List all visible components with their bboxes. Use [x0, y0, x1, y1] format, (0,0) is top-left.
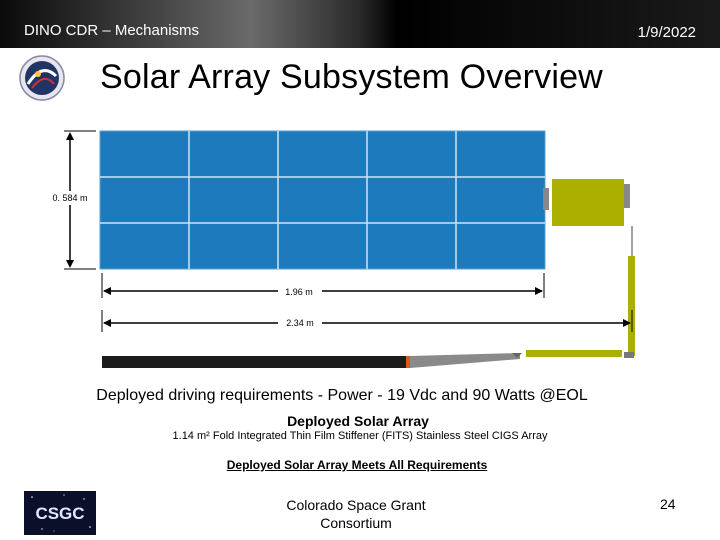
panel-width-label: 1.96 m — [285, 287, 313, 297]
csgc-logo: CSGC — [24, 491, 96, 535]
height-label: 0. 584 m — [52, 193, 87, 203]
driving-requirements: Deployed driving requirements - Power - … — [96, 387, 588, 404]
page-number: 24 — [660, 496, 676, 512]
footer-org-line1: Colorado Space Grant — [286, 497, 426, 513]
total-width-dimension: 2.34 m — [101, 310, 633, 332]
requirements-met-statement: Deployed Solar Array Meets All Requireme… — [226, 458, 488, 472]
side-view-bar — [102, 350, 634, 368]
header-date: 1/9/2022 — [637, 24, 696, 41]
csgc-logo-text: CSGC — [35, 504, 84, 523]
header-bar: DINO CDR – Mechanisms 1/9/2022 — [0, 0, 720, 48]
stiffener-panel — [552, 179, 624, 226]
page-title: Solar Array Subsystem Overview — [100, 58, 603, 96]
footer-organization: Colorado Space Grant Consortium — [256, 496, 456, 532]
header-title: DINO CDR – Mechanisms — [24, 22, 200, 39]
array-description: 1.14 m² Fold Integrated Thin Film Stiffe… — [172, 430, 548, 442]
dino-mission-logo — [19, 55, 65, 101]
panel-width-dimension: 1.96 m — [101, 273, 545, 298]
total-width-label: 2.34 m — [286, 318, 314, 328]
solar-panel-grid — [99, 130, 546, 270]
footer-org-line2: Consortium — [320, 515, 392, 531]
solar-array-diagram: 0. 584 m 1.96 m 2.34 m — [44, 130, 635, 368]
deployed-array-heading: Deployed Solar Array — [287, 413, 429, 429]
height-dimension: 0. 584 m — [44, 130, 96, 270]
stiffener-side — [628, 256, 635, 356]
hinge-left — [543, 188, 549, 210]
hinge-right — [624, 184, 630, 208]
